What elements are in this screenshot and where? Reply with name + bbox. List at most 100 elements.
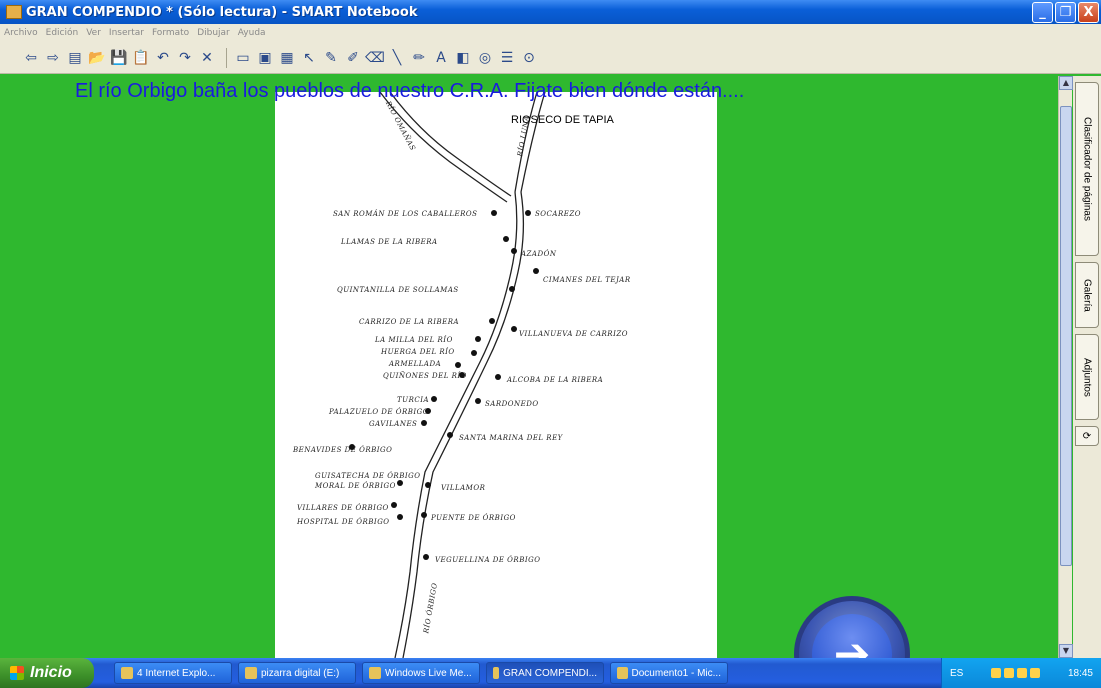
scroll-thumb[interactable] — [1060, 106, 1072, 566]
back-icon[interactable]: ⇦ — [22, 49, 40, 67]
town-azadon: AZADÓN — [521, 250, 557, 258]
town-dot — [491, 210, 497, 216]
messenger-icon — [369, 667, 381, 679]
fill-icon[interactable]: ◧ — [454, 49, 472, 67]
menu-dibujar[interactable]: Dibujar — [197, 28, 230, 38]
toolbar: ⇦ ⇨ ▤ 📂 💾 📋 ↶ ↷ ✕ ▭ ▣ ▦ ↖ ✎ ✐ ⌫ ╲ ✏ A ◧ … — [0, 42, 1101, 74]
scroll-down-icon[interactable]: ▼ — [1059, 644, 1073, 658]
menu-ver[interactable]: Ver — [86, 28, 101, 38]
town-dot — [511, 248, 517, 254]
page-headline: El río Orbigo baña los pueblos de nuestr… — [75, 80, 745, 102]
properties-icon[interactable]: ◎ — [476, 49, 494, 67]
tab-attachments[interactable]: Adjuntos — [1075, 334, 1099, 420]
town-moral: MORAL DE ÓRBIGO — [315, 482, 396, 490]
taskbar: Inicio 4 Internet Explo... pizarra digit… — [0, 658, 1101, 688]
full-screen-icon[interactable]: ▣ — [256, 49, 274, 67]
town-dot — [509, 286, 515, 292]
town-carrizo: CARRIZO DE LA RIBERA — [359, 318, 460, 326]
paste-icon[interactable]: 📋 — [132, 49, 150, 67]
vertical-scrollbar[interactable]: ▲ ▼ — [1058, 76, 1073, 658]
town-sardonedo: SARDONEDO — [485, 400, 539, 408]
highlighter-icon[interactable]: ✏ — [410, 49, 428, 67]
menu-ayuda[interactable]: Ayuda — [238, 28, 266, 38]
menu-edicion[interactable]: Edición — [46, 28, 79, 38]
windows-flag-icon — [10, 666, 24, 680]
town-huerga: HUERGA DEL RÍO — [381, 348, 455, 356]
clock[interactable]: 18:45 — [1068, 668, 1093, 679]
river-map: RIOSECO DE TAPIA RÍO OMAÑAS RÍO LUNA RÍO… — [275, 91, 717, 658]
tray-update-icon[interactable] — [1030, 668, 1041, 678]
taskbar-item-messenger[interactable]: Windows Live Me... — [362, 662, 480, 684]
town-dot — [475, 398, 481, 404]
text-icon[interactable]: A — [432, 49, 450, 67]
town-benavides: BENAVIDES DE ÓRBIGO — [293, 446, 393, 454]
open-icon[interactable]: 📂 — [88, 49, 106, 67]
taskbar-item-ie[interactable]: 4 Internet Explo... — [114, 662, 232, 684]
move-toolbar-icon[interactable]: ⊙ — [520, 49, 538, 67]
tray-security-icon[interactable] — [1017, 668, 1028, 678]
start-button[interactable]: Inicio — [0, 658, 94, 688]
minimize-button[interactable]: _ — [1032, 1, 1053, 23]
town-gavilanes: GAVILANES — [369, 420, 418, 428]
scroll-up-icon[interactable]: ▲ — [1059, 76, 1073, 90]
pen-icon[interactable]: ✎ — [322, 49, 340, 67]
town-dot — [489, 318, 495, 324]
tab-attachments-label: Adjuntos — [1081, 357, 1093, 397]
side-tab-panel: Clasificador de páginas Galería Adjuntos… — [1073, 76, 1101, 658]
toolbar-separator — [226, 47, 228, 68]
save-icon[interactable]: 💾 — [110, 49, 128, 67]
taskbar-item-notebook[interactable]: GRAN COMPENDI... — [486, 662, 604, 684]
line-icon[interactable]: ╲ — [388, 49, 406, 67]
town-villares: VILLARES DE ÓRBIGO — [297, 504, 389, 512]
town-turcia: TURCIA — [397, 396, 430, 404]
town-llamas: LLAMAS DE LA RIBERA — [341, 238, 438, 246]
table-icon[interactable]: ▦ — [278, 49, 296, 67]
town-san-roman: SAN ROMÁN DE LOS CABALLEROS — [333, 210, 478, 218]
auto-hide-icon[interactable]: ⟳ — [1075, 426, 1099, 446]
menu-archivo[interactable]: Archivo — [4, 28, 38, 38]
taskbar-item-pizarra[interactable]: pizarra digital (E:) — [238, 662, 356, 684]
next-page-button[interactable]: ➔ — [794, 596, 910, 658]
maximize-button[interactable]: ❐ — [1055, 1, 1076, 23]
creative-pen-icon[interactable]: ✐ — [344, 49, 362, 67]
tab-gallery[interactable]: Galería — [1075, 262, 1099, 328]
forward-icon[interactable]: ⇨ — [44, 49, 62, 67]
whiteboard-canvas[interactable]: RIOSECO DE TAPIA RÍO OMAÑAS RÍO LUNA RÍO… — [8, 76, 1056, 658]
tab-page-sorter[interactable]: Clasificador de páginas — [1075, 82, 1099, 256]
undo-icon[interactable]: ↶ — [154, 49, 172, 67]
town-guisatecha: GUISATECHA DE ÓRBIGO — [315, 472, 421, 480]
taskbar-item-word[interactable]: Documento1 - Mic... — [610, 662, 728, 684]
town-santa-marina: SANTA MARINA DEL REY — [459, 434, 563, 442]
start-label: Inicio — [30, 664, 72, 681]
ie-icon — [121, 667, 133, 679]
taskbar-item-label: GRAN COMPENDI... — [503, 667, 597, 679]
town-villanueva: VILLANUEVA DE CARRIZO — [519, 330, 628, 338]
town-dot — [425, 482, 431, 488]
menu-insertar[interactable]: Insertar — [109, 28, 144, 38]
arrow-right-icon: ➔ — [812, 614, 892, 658]
select-pointer-icon[interactable]: ↖ — [300, 49, 318, 67]
menu-formato[interactable]: Formato — [152, 28, 189, 38]
title-bar: GRAN COMPENDIO * (Sólo lectura) - SMART … — [0, 0, 1101, 24]
add-page-icon[interactable]: ▤ — [66, 49, 84, 67]
toolbar-more-icon[interactable]: ☰ — [498, 49, 516, 67]
taskbar-item-label: Windows Live Me... — [385, 667, 472, 679]
language-indicator[interactable]: ES — [950, 668, 963, 679]
redo-icon[interactable]: ↷ — [176, 49, 194, 67]
tray-volume-icon[interactable] — [1004, 668, 1015, 678]
town-dot — [459, 372, 465, 378]
eraser-icon[interactable]: ⌫ — [365, 49, 385, 67]
town-la-milla: LA MILLA DEL RÍO — [375, 336, 453, 344]
town-alcoba: ALCOBA DE LA RIBERA — [507, 376, 604, 384]
screen-shade-icon[interactable]: ▭ — [234, 49, 252, 67]
town-dot — [425, 408, 431, 414]
tray-icons[interactable] — [991, 668, 1041, 678]
town-palazuelo: PALAZUELO DE ÓRBIGO — [329, 408, 430, 416]
town-dot — [421, 420, 427, 426]
window-title: GRAN COMPENDIO * (Sólo lectura) - SMART … — [26, 4, 418, 20]
close-button[interactable]: X — [1078, 1, 1099, 23]
town-dot — [511, 326, 517, 332]
town-veguellina: VEGUELLINA DE ÓRBIGO — [435, 556, 541, 564]
tray-network-icon[interactable] — [991, 668, 1002, 678]
delete-icon[interactable]: ✕ — [198, 49, 216, 67]
